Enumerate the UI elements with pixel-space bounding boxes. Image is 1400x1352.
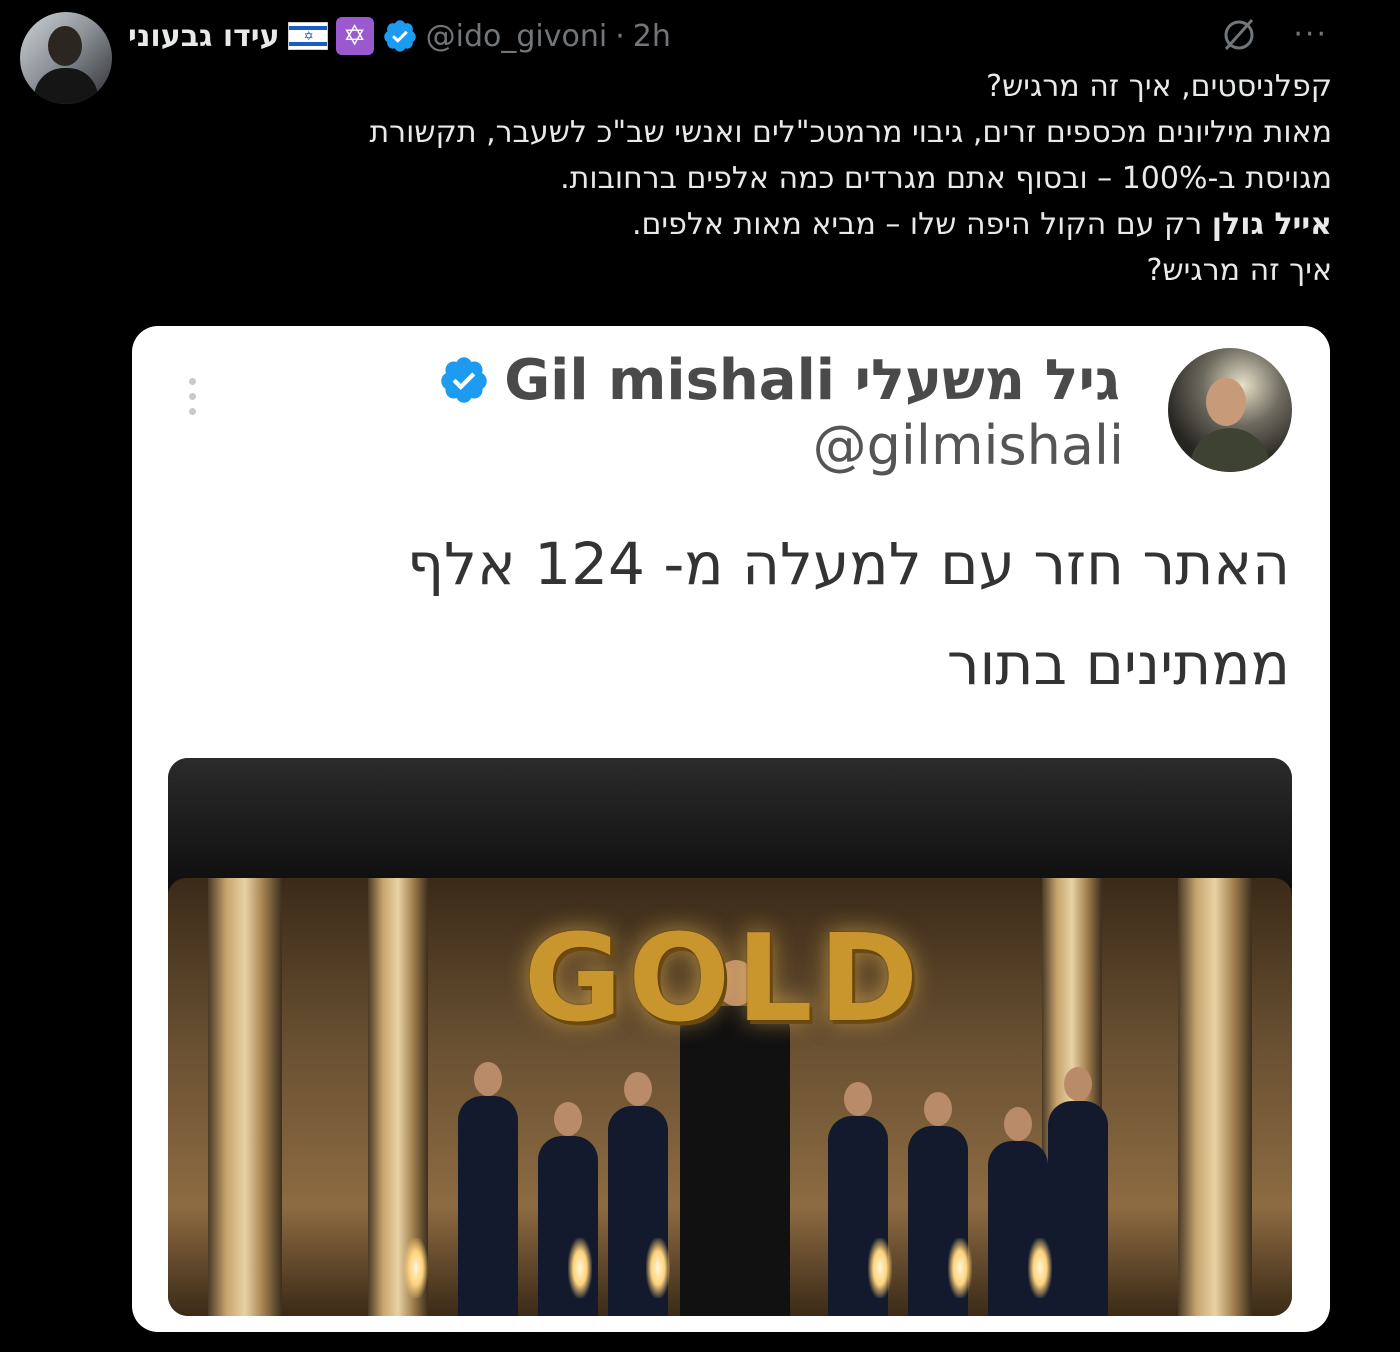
quoted-handle: @gilmishali <box>812 414 1124 477</box>
tweet-line: מגויסת ב-100% – ובסוף אתם מגרדים כמה אלפ… <box>560 161 1332 196</box>
tweet-actions-top: ··· <box>1219 14 1328 54</box>
tweet-line: איך זה מרגיש? <box>1146 253 1333 288</box>
tweet-header: עידו גבעוני ✡ ✡ @ido_givoni · 2h <box>128 14 671 58</box>
tweet-line: קפלניסטים, איך זה מרגיש? <box>986 69 1332 104</box>
bold-name: אייל גולן <box>1211 207 1332 242</box>
quoted-text: האתר חזר עם למעלה מ- 124 אלף ממתינים בתו… <box>190 514 1290 714</box>
author-handle[interactable]: @ido_givoni <box>426 19 608 54</box>
tweet[interactable]: עידו גבעוני ✡ ✡ @ido_givoni · 2h ··· קפל… <box>0 0 1368 1352</box>
quoted-media-image: GOLD <box>168 758 1292 1316</box>
author-display-name[interactable]: עידו גבעוני <box>128 19 280 54</box>
timestamp[interactable]: 2h <box>633 19 671 54</box>
quoted-display-name: גיל משעלי Gil mishali <box>504 347 1120 413</box>
tweet-line: אייל גולן רק עם הקול היפה שלו – מביא מאו… <box>182 202 1332 248</box>
quoted-author-avatar <box>1168 348 1292 472</box>
grok-icon[interactable] <box>1219 14 1259 54</box>
kebab-menu-icon <box>184 378 200 422</box>
tweet-line: מאות מיליונים מכספים זרים, גיבוי מרמטכ"ל… <box>369 115 1332 150</box>
tweet-text: קפלניסטים, איך זה מרגיש? מאות מיליונים מ… <box>182 64 1332 294</box>
israel-flag-icon: ✡ <box>287 22 328 50</box>
more-icon[interactable]: ··· <box>1293 17 1328 52</box>
tweet-line-rest: רק עם הקול היפה שלו – מביא מאות אלפים. <box>631 207 1212 242</box>
separator: · <box>615 18 625 54</box>
quoted-line: ממתינים בתור <box>946 630 1290 698</box>
star-of-david-icon: ✡ <box>335 17 374 55</box>
verified-badge-icon <box>441 357 487 403</box>
verified-badge-icon <box>383 20 416 52</box>
gold-logo: GOLD <box>523 910 925 1049</box>
quoted-header: גיל משעלי Gil mishali <box>438 344 1120 416</box>
quoted-line: האתר חזר עם למעלה מ- 124 אלף <box>406 530 1290 598</box>
author-avatar[interactable] <box>20 12 112 104</box>
attached-screenshot[interactable]: גיל משעלי Gil mishali @gilmishali האתר ח… <box>132 326 1330 1332</box>
